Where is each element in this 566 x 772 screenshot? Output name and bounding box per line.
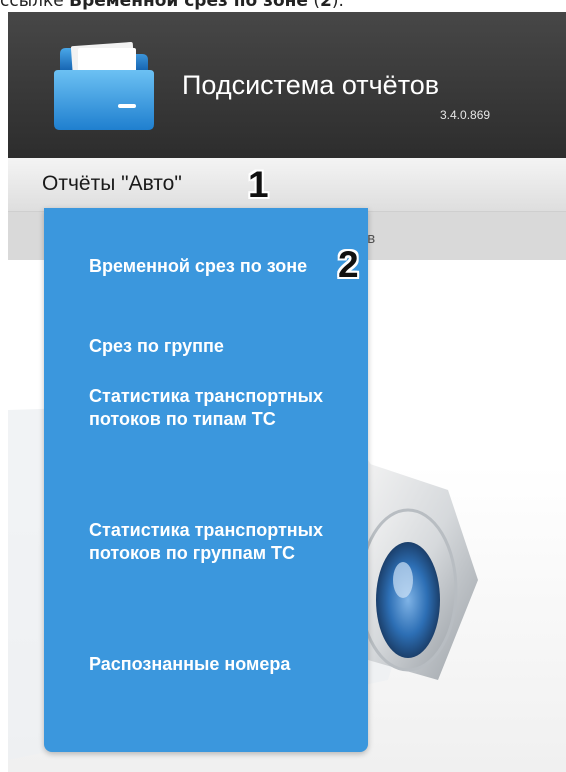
caption-text: ссылке bbox=[0, 0, 70, 11]
app-window: Подсистема отчётов 3.4.0.869 Отчёты "Авт… bbox=[8, 12, 566, 772]
caption-bold-number: 2 bbox=[320, 0, 332, 11]
menu-item-traffic-stats-by-type[interactable]: Статистика транспортных потоков по типам… bbox=[89, 385, 329, 431]
menu-bar: Отчёты "Авто" bbox=[8, 158, 566, 212]
instruction-caption: ссылке Временной срез по зоне (2). bbox=[0, 0, 566, 11]
callout-number-2: 2 bbox=[338, 244, 359, 285]
callout-number-1: 1 bbox=[248, 164, 269, 205]
caption-text-end: ). bbox=[331, 0, 344, 11]
app-title: Подсистема отчётов bbox=[182, 70, 440, 100]
reports-dropdown-menu: Временной срез по зоне Срез по группе Ст… bbox=[44, 208, 368, 752]
menu-item-time-slice-zone[interactable]: Временной срез по зоне bbox=[89, 255, 329, 278]
app-version: 3.4.0.869 bbox=[440, 108, 491, 122]
reports-auto-menu[interactable]: Отчёты "Авто" bbox=[42, 172, 182, 196]
caption-bold-link: Временной срез по зоне bbox=[69, 0, 308, 11]
menu-item-recognized-plates[interactable]: Распознанные номера bbox=[89, 653, 329, 676]
caption-text-mid: ( bbox=[307, 0, 321, 11]
app-header: Подсистема отчётов 3.4.0.869 bbox=[8, 12, 566, 158]
folder-icon bbox=[54, 42, 154, 130]
menu-item-traffic-stats-by-group[interactable]: Статистика транспортных потоков по групп… bbox=[89, 519, 329, 565]
menu-item-group-slice[interactable]: Срез по группе bbox=[89, 335, 329, 358]
